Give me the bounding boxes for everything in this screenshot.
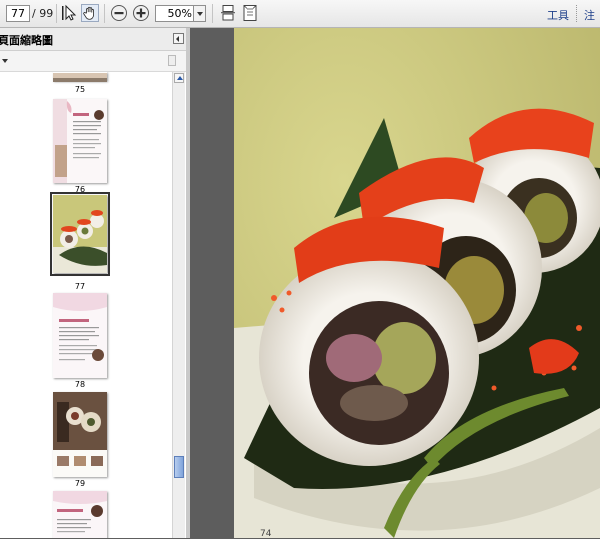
toolbar-divider — [212, 4, 213, 23]
page-number-input[interactable]: 77 — [6, 5, 30, 22]
document-page[interactable] — [234, 28, 600, 538]
thumbnail-list[interactable]: 75 76 77 78 79 — [0, 72, 172, 538]
page-thumbnail[interactable] — [53, 99, 107, 183]
page-thumbnail-image — [53, 392, 107, 477]
panel-title: 頁面縮略圖 — [0, 34, 53, 47]
zoom-dropdown-button[interactable] — [193, 5, 206, 22]
page-thumbnail[interactable] — [53, 293, 107, 378]
zoom-out-icon[interactable] — [110, 4, 128, 22]
page-thumbnail-image — [53, 293, 107, 378]
page-thumbnail-label: 79 — [74, 479, 86, 488]
page-thumbnail-selected[interactable] — [50, 192, 110, 276]
sushi-photo — [234, 28, 600, 538]
page-thumbnail-image — [53, 73, 107, 82]
page-thumbnail[interactable] — [53, 392, 107, 477]
panel-header: 頁面縮略圖 — [0, 28, 186, 51]
page-thumbnail[interactable] — [53, 491, 107, 538]
comment-menu[interactable]: 注 — [584, 7, 595, 23]
page-thumbnail-label: 76 — [74, 185, 86, 194]
page-thumbnail-image — [53, 195, 107, 273]
toolbar-divider — [104, 4, 105, 23]
options-dropdown-icon[interactable] — [2, 59, 8, 63]
page-thumbnails-panel: 頁面縮略圖 75 76 77 78 79 — [0, 28, 186, 538]
tools-menu[interactable]: 工具 — [547, 7, 569, 23]
thumbnail-scrollbar[interactable] — [172, 72, 185, 538]
page-thumbnail-label: 78 — [74, 380, 86, 389]
page-thumbnail-image — [53, 491, 107, 538]
zoom-in-icon[interactable] — [132, 4, 150, 22]
page-thumbnail[interactable] — [53, 72, 107, 82]
scrolling-mode-icon[interactable] — [219, 4, 237, 22]
fit-page-icon[interactable] — [241, 4, 259, 22]
panel-toolbar — [0, 51, 186, 72]
page-total: / 99 — [32, 7, 54, 20]
page-thumbnail-label: 75 — [74, 85, 86, 94]
toolbar-divider — [576, 5, 577, 22]
scrollbar-thumb[interactable] — [174, 456, 184, 478]
page-thumbnail-label: 77 — [74, 282, 86, 291]
hand-tool-icon[interactable] — [81, 4, 99, 22]
page-thumbnail-image — [53, 99, 107, 183]
select-cursor-icon[interactable] — [61, 4, 79, 22]
toolbar-divider — [56, 4, 57, 23]
zoom-level-input[interactable]: 50% — [155, 5, 196, 22]
collapse-panel-button[interactable] — [173, 33, 184, 44]
delete-page-icon — [168, 55, 176, 66]
scroll-up-button[interactable] — [174, 73, 184, 83]
toolbar: 77 / 99 50% 工具 注 — [0, 0, 600, 28]
